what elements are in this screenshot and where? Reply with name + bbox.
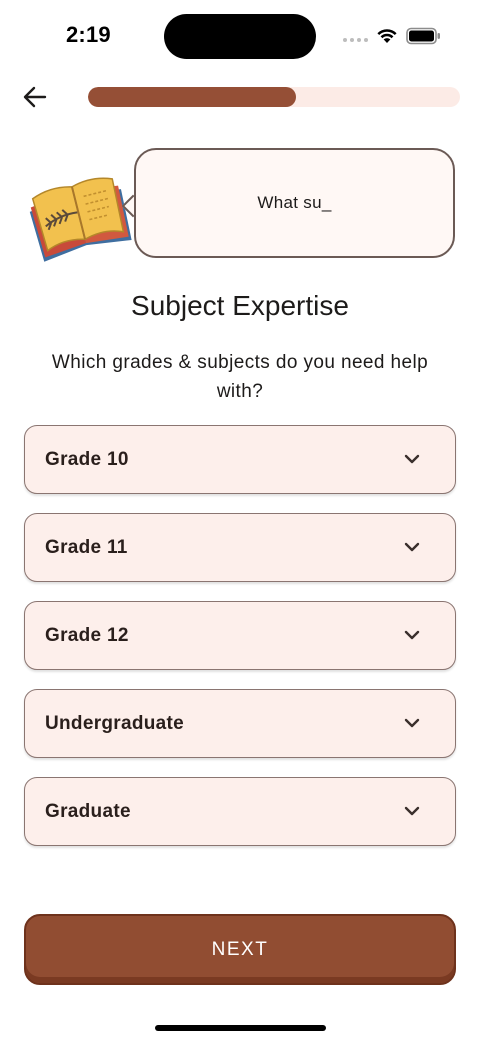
grade-dropdown-grade-11[interactable]: Grade 11 [24,513,456,582]
chevron-down-icon [404,630,420,640]
grade-dropdown-label: Grade 12 [45,624,129,646]
wifi-icon [377,29,397,43]
cellular-signal-icon [343,38,368,42]
grade-dropdown-label: Grade 10 [45,448,129,470]
grade-dropdown-grade-12[interactable]: Grade 12 [24,601,456,670]
home-indicator[interactable] [155,1025,326,1031]
screen: 2:19 What su_ Subject Expertise Which gr… [0,0,480,1040]
chevron-down-icon [404,718,420,728]
grade-dropdown-label: Undergraduate [45,712,185,734]
back-button[interactable] [18,82,52,112]
grade-dropdown-graduate[interactable]: Graduate [24,777,456,846]
speech-bubble: What su_ [134,148,455,258]
grade-dropdown-grade-10[interactable]: Grade 10 [24,425,456,494]
chevron-down-icon [404,542,420,552]
next-button[interactable]: NEXT [24,914,456,985]
grade-dropdown-undergraduate[interactable]: Undergraduate [24,689,456,758]
progress-fill [88,87,297,107]
speech-text: What su_ [257,193,332,212]
chevron-down-icon [404,806,420,816]
page-title: Subject Expertise [131,290,349,321]
progress-bar [88,87,460,107]
next-button-label: NEXT [211,938,269,960]
status-bar: 2:19 [0,0,480,72]
grade-dropdown-label: Grade 11 [45,536,128,558]
open-book-icon [29,177,132,262]
status-time: 2:19 [66,22,111,47]
dynamic-island [164,14,316,59]
back-arrow-icon [23,86,47,108]
page-subtitle: Which grades & subjects do you need help… [51,352,429,402]
grade-list: Grade 10 Grade 11 Grade 12 Undergraduate… [24,425,456,865]
battery-icon [406,27,440,45]
grade-dropdown-label: Graduate [45,800,131,822]
chevron-down-icon [404,454,420,464]
